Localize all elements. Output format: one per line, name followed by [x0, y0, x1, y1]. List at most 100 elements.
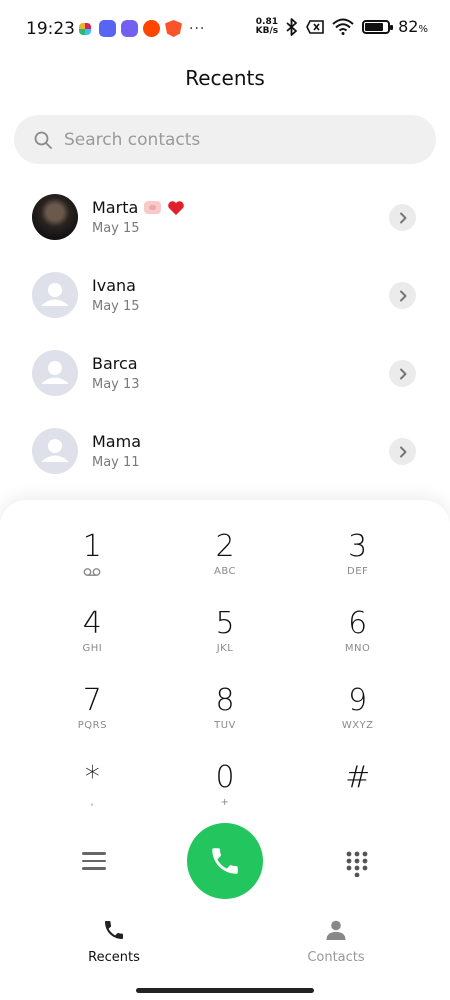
default-avatar-icon	[42, 439, 68, 462]
tab-contacts-label: Contacts	[307, 950, 365, 965]
recent-call-row[interactable]: Barca May 13	[0, 334, 450, 412]
call-details-button[interactable]	[389, 282, 416, 309]
tab-recents-label: Recents	[88, 950, 140, 965]
dial-key-star[interactable]: * ,	[26, 761, 159, 838]
call-button[interactable]	[187, 823, 263, 899]
battery-level	[365, 22, 384, 31]
person-icon	[326, 920, 346, 940]
contact-name: Marta	[92, 198, 139, 217]
more-notifications-icon: ···	[189, 20, 206, 37]
search-bar[interactable]	[14, 115, 436, 164]
chevron-right-icon	[399, 290, 406, 301]
notification-icons: ···	[76, 20, 205, 37]
key-letters: PQRS	[77, 720, 107, 731]
key-digit: 8	[215, 683, 235, 718]
key-digit: 1	[82, 529, 102, 564]
phone-icon	[105, 921, 123, 939]
network-speed-unit: KB/s	[255, 25, 279, 36]
no-sim-icon	[306, 19, 324, 34]
system-icons: 0.81 KB/s 82%	[256, 17, 428, 36]
contact-name-row: Marta	[92, 198, 185, 217]
dial-key-hash[interactable]: #	[291, 761, 424, 838]
search-input[interactable]	[64, 129, 404, 150]
chevron-right-icon	[399, 446, 406, 457]
dial-key-7[interactable]: 7 PQRS	[26, 684, 159, 761]
default-avatar-icon	[42, 283, 68, 306]
key-digit: 9	[348, 683, 368, 718]
recent-call-row[interactable]: Ivana May 15	[0, 256, 450, 334]
dial-key-5[interactable]: 5 JKL	[159, 607, 292, 684]
phone-icon	[212, 848, 238, 874]
viber-icon	[121, 20, 138, 37]
battery-percent-sign: %	[418, 24, 428, 35]
menu-icon	[82, 852, 106, 855]
contact-name-row: Mama	[92, 432, 141, 451]
contact-name: Barca	[92, 354, 138, 373]
slack-icon	[79, 22, 91, 35]
avatar	[32, 428, 78, 474]
heart-icon	[168, 200, 185, 215]
call-date: May 15	[92, 221, 140, 236]
menu-button[interactable]	[82, 852, 106, 872]
status-time: 19:23	[26, 19, 75, 39]
battery-percent-number: 82	[398, 17, 419, 36]
reddit-icon	[143, 20, 160, 37]
key-letters: +	[220, 797, 230, 808]
brave-icon	[165, 20, 182, 37]
key-letters: MNO	[344, 643, 371, 654]
dialpad: 1 2 ABC 3 DEF 4 GHI 5 JKL 6 MNO 7 PQRS 8	[26, 530, 424, 838]
dial-key-9[interactable]: 9 WXYZ	[291, 684, 424, 761]
home-indicator[interactable]	[136, 988, 314, 993]
dial-key-6[interactable]: 6 MNO	[291, 607, 424, 684]
dial-key-8[interactable]: 8 TUV	[159, 684, 292, 761]
call-details-button[interactable]	[389, 360, 416, 387]
dial-key-3[interactable]: 3 DEF	[291, 530, 424, 607]
pig-icon	[144, 201, 162, 214]
dial-key-2[interactable]: 2 ABC	[159, 530, 292, 607]
key-letters: DEF	[347, 566, 369, 577]
key-digit: 2	[215, 529, 235, 564]
voicemail-icon	[83, 568, 101, 576]
key-letters: JKL	[216, 643, 234, 654]
key-digit: *	[84, 760, 100, 795]
recent-call-row[interactable]: Marta May 15	[0, 178, 450, 256]
key-letters: WXYZ	[341, 720, 374, 731]
recent-call-row[interactable]: Mama May 11	[0, 412, 450, 490]
key-digit: 5	[215, 606, 235, 641]
dial-key-1[interactable]: 1	[26, 530, 159, 607]
key-digit: 3	[348, 529, 368, 564]
key-digit: #	[345, 760, 371, 795]
tab-contacts[interactable]: Contacts	[281, 918, 391, 965]
network-speed: 0.81 KB/s	[255, 17, 279, 36]
battery-icon	[362, 19, 394, 34]
contact-name-row: Ivana	[92, 276, 136, 295]
call-date: May 11	[92, 455, 140, 470]
key-digit: 6	[348, 606, 368, 641]
page-title: Recents	[185, 66, 265, 90]
search-icon	[34, 131, 52, 149]
battery-percent: 82%	[398, 17, 428, 36]
contact-name-row: Barca	[92, 354, 138, 373]
tab-recents[interactable]: Recents	[59, 918, 169, 965]
bluetooth-icon	[286, 17, 298, 36]
recents-list: Marta May 15 Ivana May 15 Barca May 13 M…	[0, 178, 450, 490]
menu-icon	[82, 867, 106, 870]
dial-key-4[interactable]: 4 GHI	[26, 607, 159, 684]
default-avatar-icon	[42, 361, 68, 384]
avatar	[32, 272, 78, 318]
keypad-toggle-icon[interactable]	[346, 851, 368, 877]
call-details-button[interactable]	[389, 438, 416, 465]
chevron-right-icon	[399, 368, 406, 379]
key-digit: 4	[82, 606, 102, 641]
status-bar: 19:23 ··· 0.81 KB/s 82%	[0, 0, 450, 58]
dialer-panel: 1 2 ABC 3 DEF 4 GHI 5 JKL 6 MNO 7 PQRS 8	[0, 500, 450, 1000]
key-letters: ABC	[213, 566, 236, 577]
key-digit: 0	[215, 760, 235, 795]
avatar	[32, 350, 78, 396]
avatar	[32, 194, 78, 240]
call-details-button[interactable]	[389, 204, 416, 231]
key-digit: 7	[82, 683, 102, 718]
key-letters: TUV	[214, 720, 236, 731]
contact-name: Mama	[92, 432, 141, 451]
contact-name: Ivana	[92, 276, 136, 295]
